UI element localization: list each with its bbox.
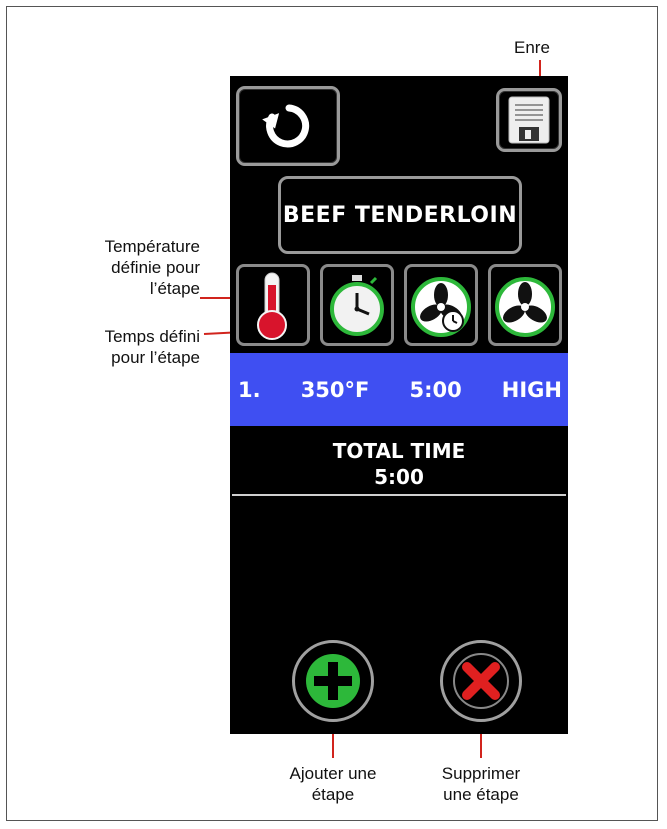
add-callout-line1: Ajouter une: [289, 764, 377, 783]
add-step-button[interactable]: [292, 640, 374, 722]
divider: [232, 494, 566, 496]
step-row[interactable]: 1. 350°F 5:00 HIGH: [230, 353, 568, 426]
plus-icon: [306, 654, 360, 708]
thermometer-icon: [257, 272, 287, 340]
fan-timer-button[interactable]: [404, 264, 478, 346]
total-time: TOTAL TIME 5:00: [230, 438, 568, 490]
add-callout-line2: étape: [311, 785, 355, 804]
device-screen: BEEF TENDERLOIN 1. 350°F 5:00 HIGH TOTAL…: [230, 76, 568, 734]
x-icon: [453, 653, 509, 709]
delete-callout-line2: une étape: [443, 785, 519, 804]
fan-timer-icon: [411, 277, 471, 337]
delete-step-button[interactable]: [440, 640, 522, 722]
time-callout-line1: Temps défini: [104, 327, 200, 346]
step-time: 5:00: [409, 377, 462, 402]
temperature-callout: Température définie pour l’étape: [60, 236, 200, 299]
total-time-value: 5:00: [374, 465, 424, 489]
back-button[interactable]: [236, 86, 340, 166]
add-callout: Ajouter une étape: [252, 763, 414, 805]
save-button[interactable]: [496, 88, 562, 152]
back-arrow-icon: [262, 104, 310, 148]
step-fan-speed: HIGH: [501, 377, 562, 402]
temperature-callout-line3: l’étape: [149, 279, 200, 298]
temperature-callout-line2: définie pour: [111, 258, 200, 277]
floppy-disk-icon: [508, 96, 550, 144]
delete-callout-line1: Supprimer: [441, 764, 521, 783]
time-callout: Temps défini pour l’étape: [60, 326, 200, 368]
recipe-name-field[interactable]: BEEF TENDERLOIN: [278, 176, 522, 254]
recipe-name: BEEF TENDERLOIN: [282, 202, 518, 228]
stopwatch-icon: [330, 275, 384, 336]
save-callout: Enre: [514, 38, 550, 57]
time-callout-line2: pour l’étape: [111, 348, 200, 367]
timer-button[interactable]: [320, 264, 394, 346]
total-time-label: TOTAL TIME: [332, 439, 466, 463]
delete-callout: Supprimer une étape: [400, 763, 562, 805]
fan-icon: [495, 277, 555, 337]
temperature-callout-line1: Température: [104, 237, 200, 256]
step-temperature: 350°F: [300, 377, 370, 402]
fan-button[interactable]: [488, 264, 562, 346]
step-number: 1.: [238, 377, 261, 402]
temperature-button[interactable]: [236, 264, 310, 346]
